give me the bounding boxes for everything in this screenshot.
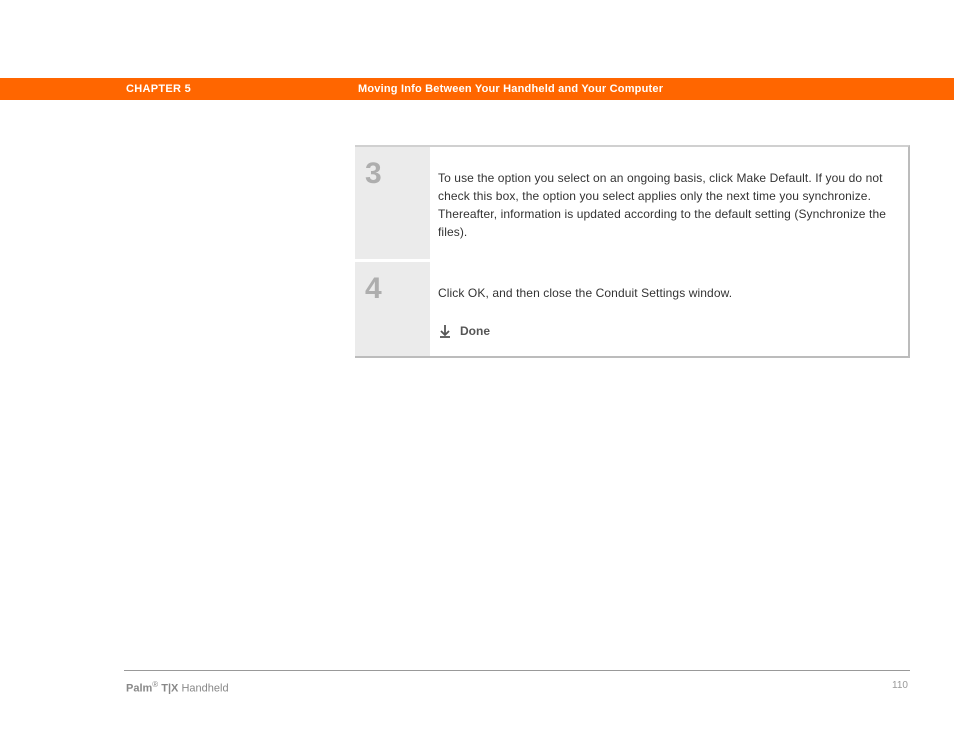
step-row: 4 Click OK, and then close the Conduit S… [355,262,908,356]
chapter-header-band: CHAPTER 5 Moving Info Between Your Handh… [0,78,954,100]
footer-product-name: Palm® T|X Handheld [126,680,229,695]
step-row: 3 To use the option you select on an ong… [355,147,908,262]
step-number: 3 [365,159,430,189]
footer-model: T|X [158,683,178,695]
step-content-cell: Click OK, and then close the Conduit Set… [430,262,908,356]
step-number-cell: 4 [355,262,430,356]
footer-divider [124,670,910,671]
step-text: To use the option you select on an ongoi… [438,169,890,241]
chapter-label: CHAPTER 5 [126,83,191,95]
step-content-cell: To use the option you select on an ongoi… [430,147,908,259]
down-arrow-icon [438,324,452,338]
footer-brand: Palm [126,683,152,695]
chapter-title: Moving Info Between Your Handheld and Yo… [358,83,663,95]
done-indicator: Done [438,324,890,338]
footer-suffix: Handheld [178,683,228,695]
done-label: Done [460,324,490,338]
step-text: Click OK, and then close the Conduit Set… [438,284,890,302]
step-number: 4 [365,274,430,304]
page-number: 110 [892,680,908,691]
step-number-cell: 3 [355,147,430,259]
steps-table: 3 To use the option you select on an ong… [355,145,910,358]
